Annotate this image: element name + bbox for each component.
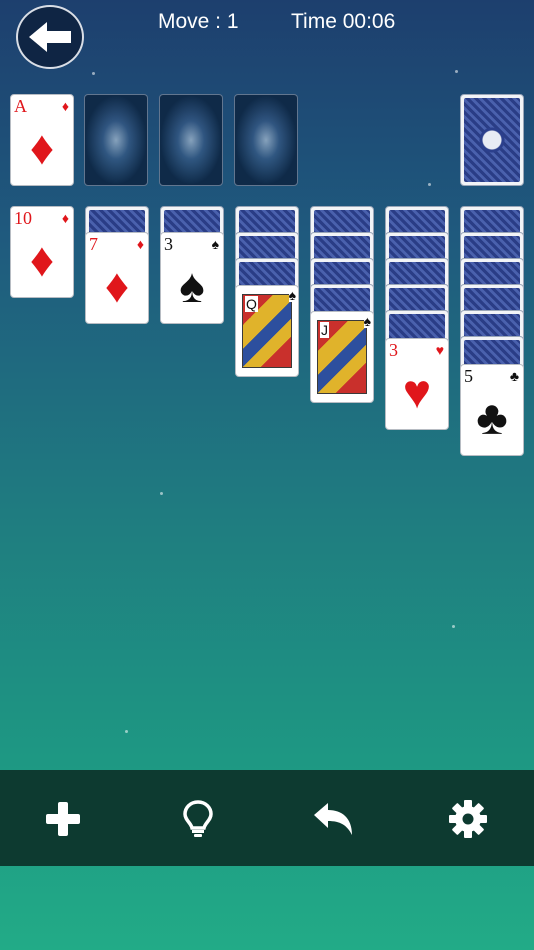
card-rank: 7 — [89, 234, 98, 254]
spade-icon: ♠ — [363, 313, 371, 329]
star — [160, 492, 163, 495]
foundation-3-slot[interactable] — [159, 94, 223, 186]
star — [452, 625, 455, 628]
card-rank: Q — [245, 296, 258, 312]
diamond-icon: ♦ — [29, 122, 55, 175]
tableau-7-card[interactable]: 5 ♣ ♣ — [460, 364, 524, 456]
heart-icon: ♥ — [402, 366, 432, 419]
star — [125, 730, 128, 733]
queen-portrait: Q — [242, 294, 292, 368]
lightbulb-icon — [183, 800, 213, 837]
undo-icon — [314, 803, 352, 835]
tableau-2-card[interactable]: 7 ♦ ♦ — [85, 232, 149, 324]
club-icon: ♣ — [476, 392, 508, 445]
club-icon: ♣ — [509, 368, 519, 384]
diamond-icon: ♦ — [61, 210, 69, 226]
spade-icon: ♠ — [211, 236, 219, 252]
star — [92, 72, 95, 75]
card-rank: A — [14, 96, 27, 116]
bottom-toolbar — [0, 770, 534, 866]
diamond-icon: ♦ — [104, 260, 130, 313]
stock-pile[interactable] — [460, 94, 524, 186]
heart-icon: ♥ — [435, 342, 444, 358]
hint-button[interactable] — [174, 798, 222, 840]
card-rank: 3 — [389, 340, 398, 360]
card-rank: 3 — [164, 234, 173, 254]
diamond-icon: ♦ — [29, 234, 55, 287]
spade-icon: ♠ — [179, 260, 205, 313]
move-counter: Move : 1 — [158, 10, 239, 33]
star — [428, 183, 431, 186]
diamond-icon: ♦ — [61, 98, 69, 114]
card-rank: 10 — [14, 208, 32, 228]
tableau-1-card[interactable]: 10 ♦ ♦ — [10, 206, 74, 298]
settings-button[interactable] — [444, 798, 492, 840]
foundation-2-slot[interactable] — [84, 94, 148, 186]
spade-icon: ♠ — [288, 287, 296, 303]
tableau-6-card[interactable]: 3 ♥ ♥ — [385, 338, 449, 430]
jack-portrait: J — [317, 320, 367, 394]
tableau-3-card[interactable]: 3 ♠ ♠ — [160, 232, 224, 324]
gear-icon — [449, 800, 487, 838]
back-button[interactable] — [16, 5, 84, 69]
card-rank: 5 — [464, 366, 473, 386]
foundation-1-card[interactable]: A ♦ ♦ — [10, 94, 74, 186]
time-counter: Time 00:06 — [291, 10, 396, 33]
tableau-5-card[interactable]: J ♠ — [310, 311, 374, 403]
tableau-4-card[interactable]: Q ♠ — [235, 285, 299, 377]
card-rank: J — [320, 322, 329, 338]
plus-icon — [46, 802, 80, 836]
diamond-icon: ♦ — [136, 236, 144, 252]
foundation-4-slot[interactable] — [234, 94, 298, 186]
arrow-left-icon — [29, 22, 71, 52]
new-game-button[interactable] — [39, 798, 87, 840]
undo-button[interactable] — [308, 798, 356, 840]
star — [455, 70, 458, 73]
